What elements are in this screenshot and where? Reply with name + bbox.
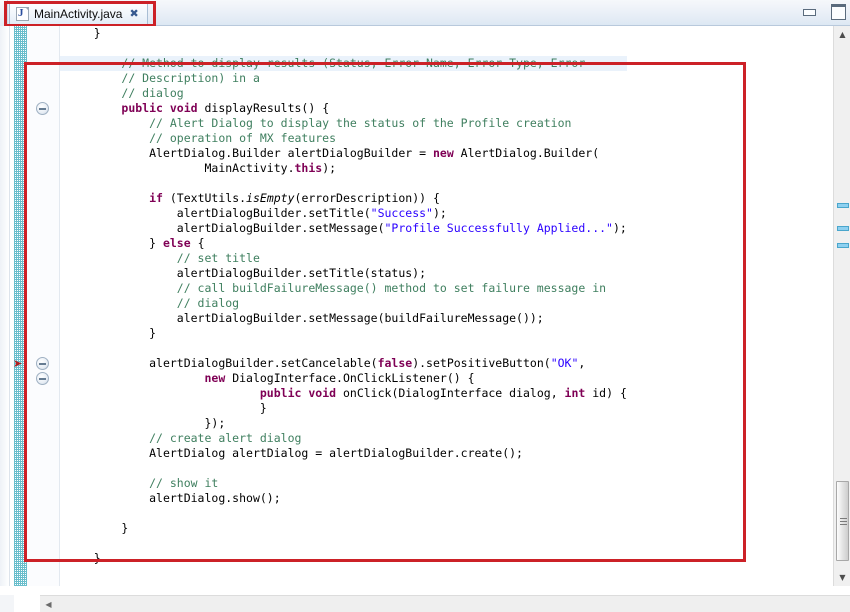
quick-diff-change-ruler <box>14 26 27 586</box>
code-line[interactable]: // Method to display results (Status, Er… <box>60 56 627 71</box>
code-line[interactable]: // create alert dialog <box>60 431 627 446</box>
code-line[interactable]: } <box>60 326 627 341</box>
scroll-left-arrow-icon[interactable]: ◀ <box>40 596 57 612</box>
cursor-position-marker-icon: ➤ <box>13 358 22 369</box>
code-line[interactable]: alertDialog.show(); <box>60 491 627 506</box>
code-line[interactable]: } else { <box>60 236 627 251</box>
code-line[interactable]: // operation of MX features <box>60 131 627 146</box>
code-line[interactable] <box>60 461 627 476</box>
code-line[interactable]: alertDialogBuilder.setMessage("Profile S… <box>60 221 627 236</box>
tab-label: MainActivity.java <box>34 7 122 21</box>
code-line[interactable]: } <box>60 26 627 41</box>
code-line[interactable]: if (TextUtils.isEmpty(errorDescription))… <box>60 191 627 206</box>
code-text-area[interactable]: } // Method to display results (Status, … <box>60 26 820 586</box>
java-file-icon <box>16 7 29 21</box>
overview-ruler[interactable] <box>833 43 850 569</box>
code-line[interactable]: // Description) in a <box>60 71 627 86</box>
window-controls <box>800 2 846 18</box>
code-line[interactable] <box>60 176 627 191</box>
code-line[interactable]: // show it <box>60 476 627 491</box>
source-editor: ➤ } // Method to display results (Status… <box>0 26 850 612</box>
overview-mark-1[interactable] <box>837 203 849 208</box>
window-maximize-icon[interactable] <box>828 2 846 18</box>
code-line[interactable] <box>60 341 627 356</box>
code-line[interactable]: AlertDialog alertDialog = alertDialogBui… <box>60 446 627 461</box>
close-icon[interactable]: ✖ <box>129 8 138 19</box>
window-minimize-icon[interactable] <box>800 2 818 18</box>
collapse-fold-icon[interactable] <box>36 372 49 385</box>
editor-corner-box <box>0 595 14 612</box>
code-line[interactable] <box>60 536 627 551</box>
tab-bar-notch <box>0 0 8 26</box>
code-line[interactable]: }); <box>60 416 627 431</box>
code-line[interactable]: AlertDialog.Builder alertDialogBuilder =… <box>60 146 627 161</box>
editor-left-frame <box>0 26 10 586</box>
overview-mark-3[interactable] <box>837 243 849 248</box>
code-line[interactable]: } <box>60 551 627 566</box>
code-line[interactable]: // Alert Dialog to display the status of… <box>60 116 627 131</box>
code-line[interactable]: alertDialogBuilder.setCancelable(false).… <box>60 356 627 371</box>
code-line[interactable]: alertDialogBuilder.setTitle(status); <box>60 266 627 281</box>
code-line[interactable] <box>60 506 627 521</box>
code-line[interactable]: // set title <box>60 251 627 266</box>
code-line[interactable]: // dialog <box>60 296 627 311</box>
vertical-scrollbar[interactable]: ▲ ▼ <box>833 26 850 586</box>
scroll-up-arrow-icon[interactable]: ▲ <box>834 26 850 43</box>
tab-mainactivity-java[interactable]: MainActivity.java ✖ <box>9 1 148 25</box>
collapse-fold-icon[interactable] <box>36 102 49 115</box>
code-line[interactable]: // dialog <box>60 86 627 101</box>
code-line[interactable] <box>60 41 627 56</box>
code-line[interactable]: public void displayResults() { <box>60 101 627 116</box>
code-line[interactable]: alertDialogBuilder.setMessage(buildFailu… <box>60 311 627 326</box>
horizontal-scrollbar[interactable]: ◀ <box>40 595 850 612</box>
scroll-down-arrow-icon[interactable]: ▼ <box>834 569 850 586</box>
code-line[interactable]: MainActivity.this); <box>60 161 627 176</box>
collapse-fold-icon[interactable] <box>36 357 49 370</box>
code-folding-gutter[interactable]: ➤ <box>27 26 60 586</box>
overview-mark-2[interactable] <box>837 226 849 231</box>
code-line[interactable]: public void onClick(DialogInterface dial… <box>60 386 627 401</box>
editor-tab-bar: MainActivity.java ✖ <box>0 0 850 26</box>
eclipse-editor-window: MainActivity.java ✖ ➤ } // Method to dis… <box>0 0 850 612</box>
code-line[interactable]: new DialogInterface.OnClickListener() { <box>60 371 627 386</box>
code-line[interactable]: } <box>60 521 627 536</box>
code-line[interactable]: } <box>60 401 627 416</box>
code-line[interactable]: // call buildFailureMessage() method to … <box>60 281 627 296</box>
code-line[interactable]: alertDialogBuilder.setTitle("Success"); <box>60 206 627 221</box>
